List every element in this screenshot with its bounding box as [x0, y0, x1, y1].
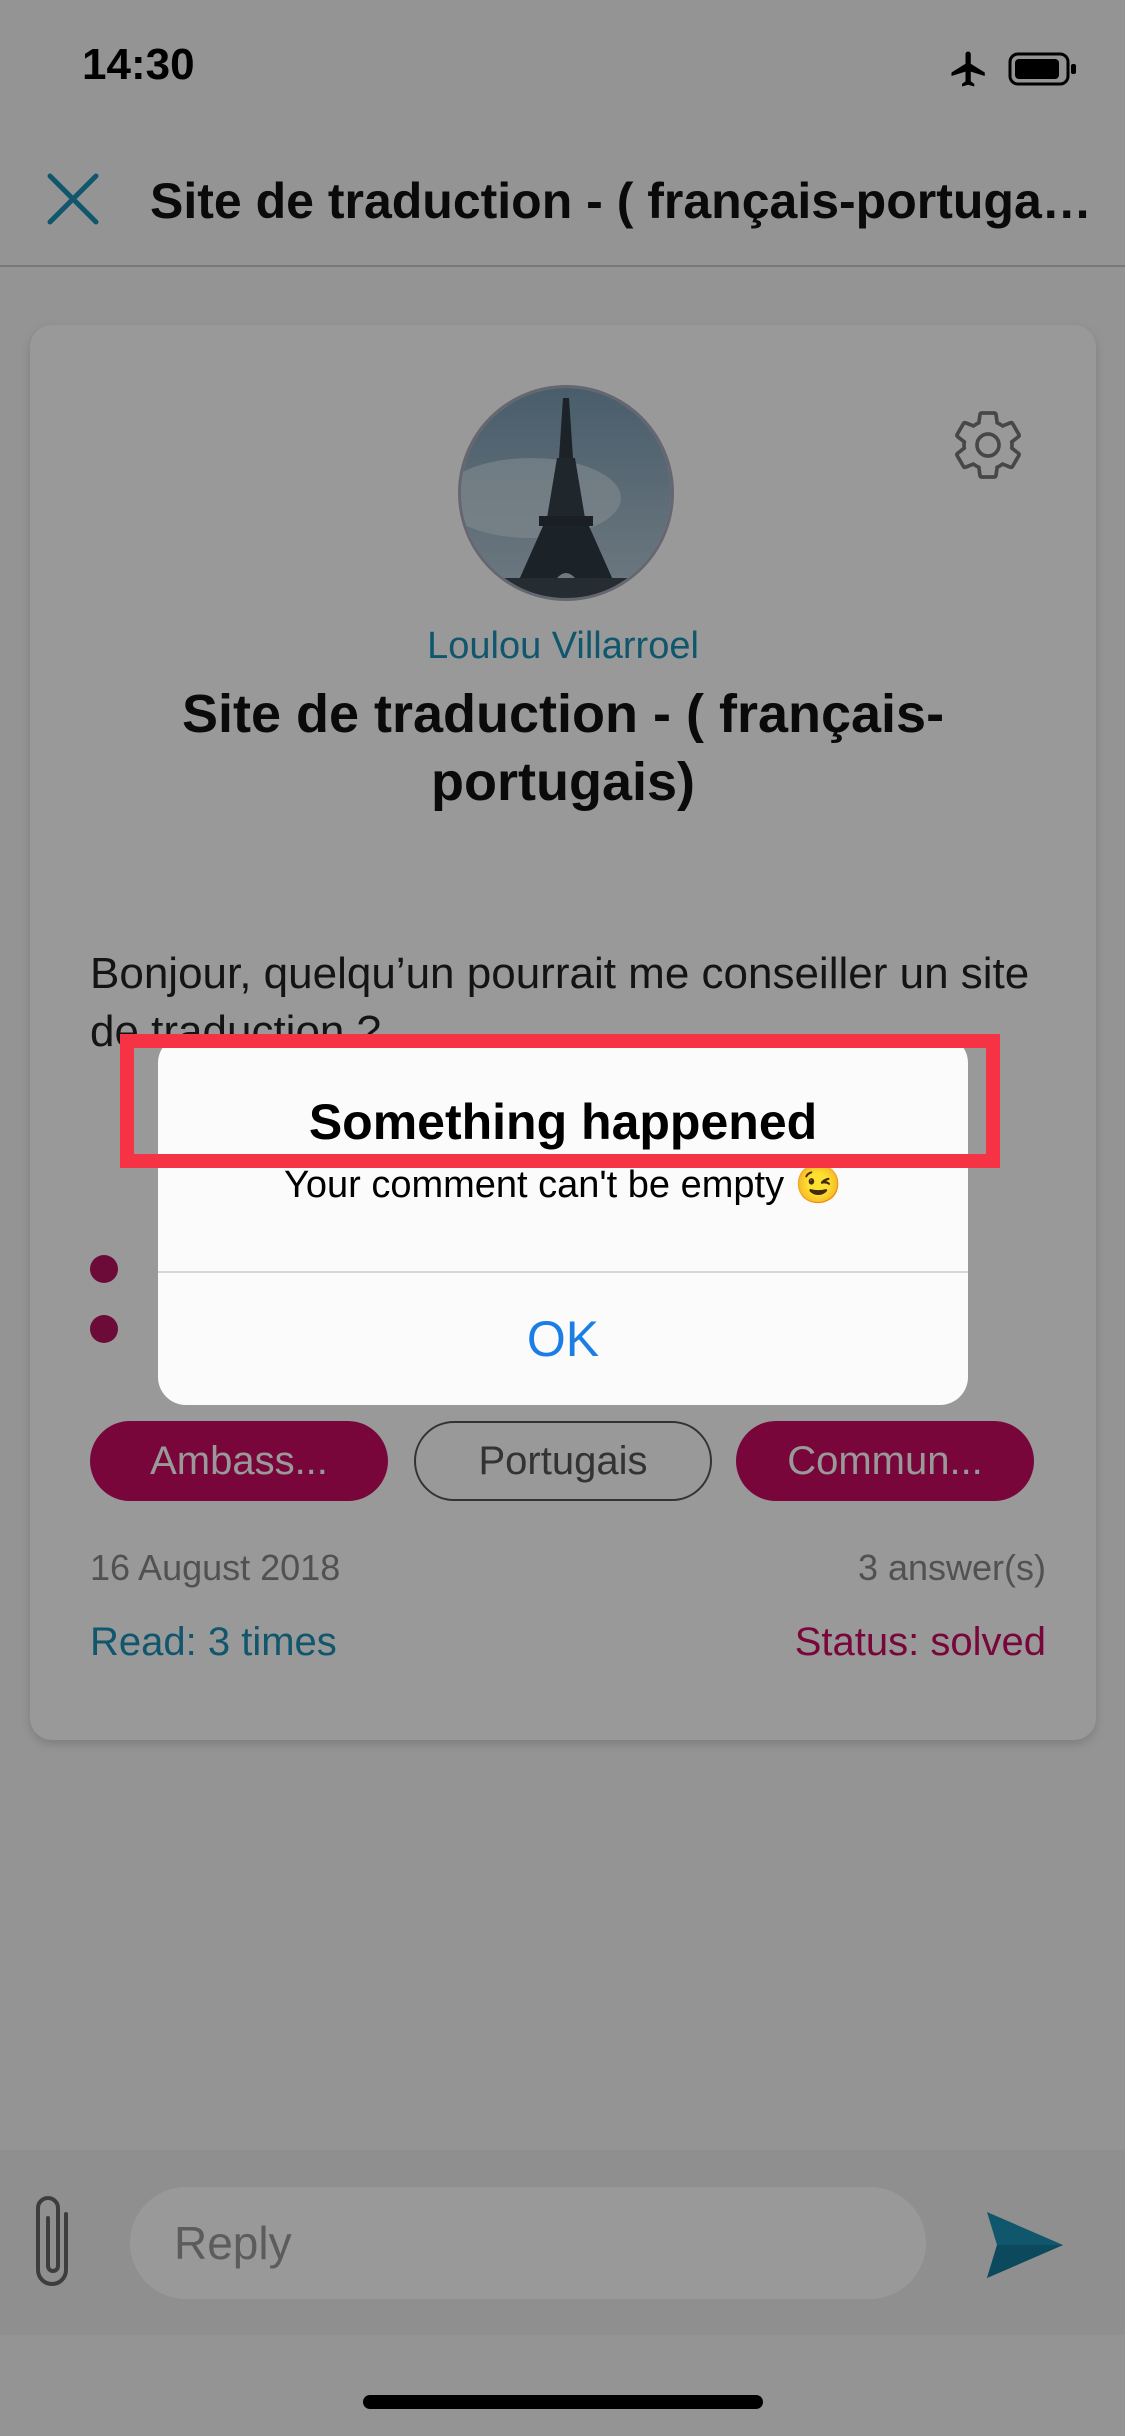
- app-screen: 14:30 Site de traduction - ( français-po…: [0, 0, 1125, 2436]
- alert-message: Your comment can't be empty 😉: [284, 1164, 842, 1206]
- ok-button[interactable]: OK: [158, 1273, 968, 1405]
- highlight-box: [120, 1034, 1000, 1168]
